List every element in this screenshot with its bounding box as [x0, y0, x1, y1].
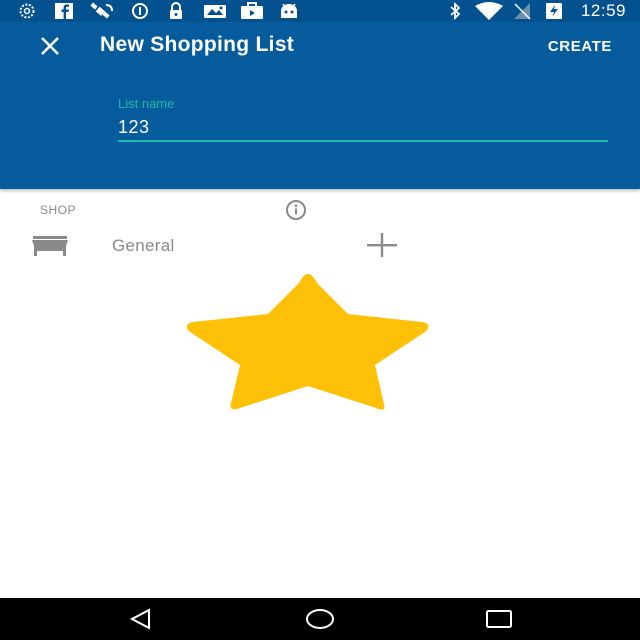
navigation-bar: [0, 598, 640, 640]
no-signal-icon: [512, 2, 532, 20]
shop-section-header: SHOP: [40, 203, 77, 217]
app-bar: New Shopping List CREATE List name: [0, 22, 640, 189]
close-icon: [41, 37, 59, 55]
back-button[interactable]: [126, 606, 156, 632]
recents-button[interactable]: [484, 606, 514, 632]
home-icon: [306, 609, 334, 629]
spinner-icon: [16, 2, 38, 20]
star-icon[interactable]: [186, 270, 430, 415]
wifi-icon: [474, 2, 504, 20]
android-icon: [279, 2, 299, 20]
close-button[interactable]: [34, 34, 66, 58]
status-bar: 12:59: [0, 0, 640, 22]
list-name-label: List name: [118, 96, 175, 111]
shop-name: General: [112, 236, 175, 255]
status-clock: 12:59: [580, 1, 626, 20]
photo-icon: [202, 2, 228, 20]
battery-charging-icon: [545, 2, 563, 20]
create-button[interactable]: CREATE: [548, 38, 612, 55]
plus-icon: [367, 233, 397, 257]
briefcase-icon: [240, 2, 264, 20]
list-name-input[interactable]: [118, 115, 608, 139]
facebook-icon: [55, 2, 73, 20]
bluetooth-icon: [448, 2, 462, 20]
add-shop-button[interactable]: [366, 231, 398, 259]
list-name-underline: [118, 140, 608, 142]
store-icon: [31, 235, 69, 262]
data-saver-icon: [131, 2, 149, 20]
satellite-icon: [88, 2, 116, 20]
page-title: New Shopping List: [100, 33, 295, 56]
recents-icon: [486, 610, 512, 628]
lock-icon: [168, 2, 184, 20]
home-button[interactable]: [304, 606, 336, 632]
back-icon: [129, 608, 150, 630]
info-icon[interactable]: [281, 199, 311, 226]
